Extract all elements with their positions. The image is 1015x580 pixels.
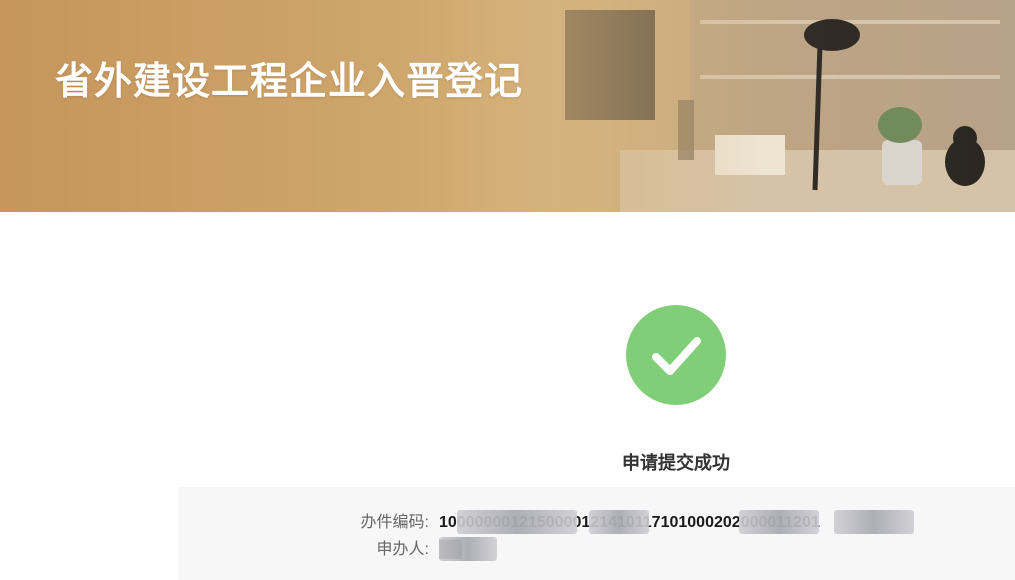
redaction-mask [457, 510, 577, 534]
redaction-mask [589, 510, 649, 534]
case-number-value: 1000000012150000121410117101000202000011… [439, 510, 914, 534]
page-title: 省外建设工程企业入晋登记 [55, 61, 524, 103]
redaction-mask [439, 537, 497, 561]
banner-gradient-overlay [0, 0, 1015, 212]
result-details-panel: 办件编码: 1000000012150000121410117101000202… [178, 487, 1015, 580]
applicant-value: ██ [439, 537, 497, 561]
success-message: 申请提交成功 [622, 453, 730, 473]
redaction-mask [739, 510, 819, 534]
success-check-icon [626, 305, 726, 405]
redaction-mask [834, 510, 914, 534]
case-number-label: 办件编码: [360, 514, 429, 531]
header-banner: 省外建设工程企业入晋登记 [0, 0, 1015, 212]
applicant-label: 申办人: [376, 541, 429, 558]
